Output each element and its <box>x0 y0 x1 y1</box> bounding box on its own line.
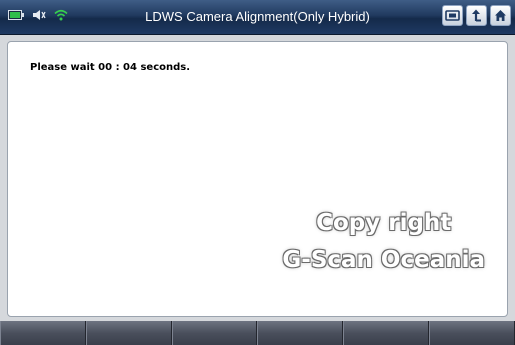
wait-message: Please wait 00 : 04 seconds. <box>30 62 191 73</box>
function-key-2[interactable] <box>85 321 172 345</box>
nav-buttons <box>442 5 511 26</box>
screen-capture-icon <box>445 10 460 21</box>
function-key-1[interactable] <box>0 321 86 345</box>
title-bar: LDWS Camera Alignment(Only Hybrid) <box>0 0 515 35</box>
function-key-3[interactable] <box>171 321 258 345</box>
home-button[interactable] <box>490 5 511 26</box>
function-key-bar <box>0 321 515 345</box>
function-key-6[interactable] <box>429 321 515 345</box>
function-key-5[interactable] <box>343 321 430 345</box>
function-key-4[interactable] <box>257 321 344 345</box>
screen-capture-button[interactable] <box>442 5 463 26</box>
watermark: Copy right G-Scan Oceania <box>282 205 485 279</box>
back-icon <box>472 9 481 22</box>
home-icon <box>495 10 506 21</box>
window-title: LDWS Camera Alignment(Only Hybrid) <box>145 9 370 24</box>
watermark-line-1: Copy right <box>316 210 452 236</box>
watermark-line-2: G-Scan Oceania <box>282 247 485 273</box>
back-button[interactable] <box>466 5 487 26</box>
